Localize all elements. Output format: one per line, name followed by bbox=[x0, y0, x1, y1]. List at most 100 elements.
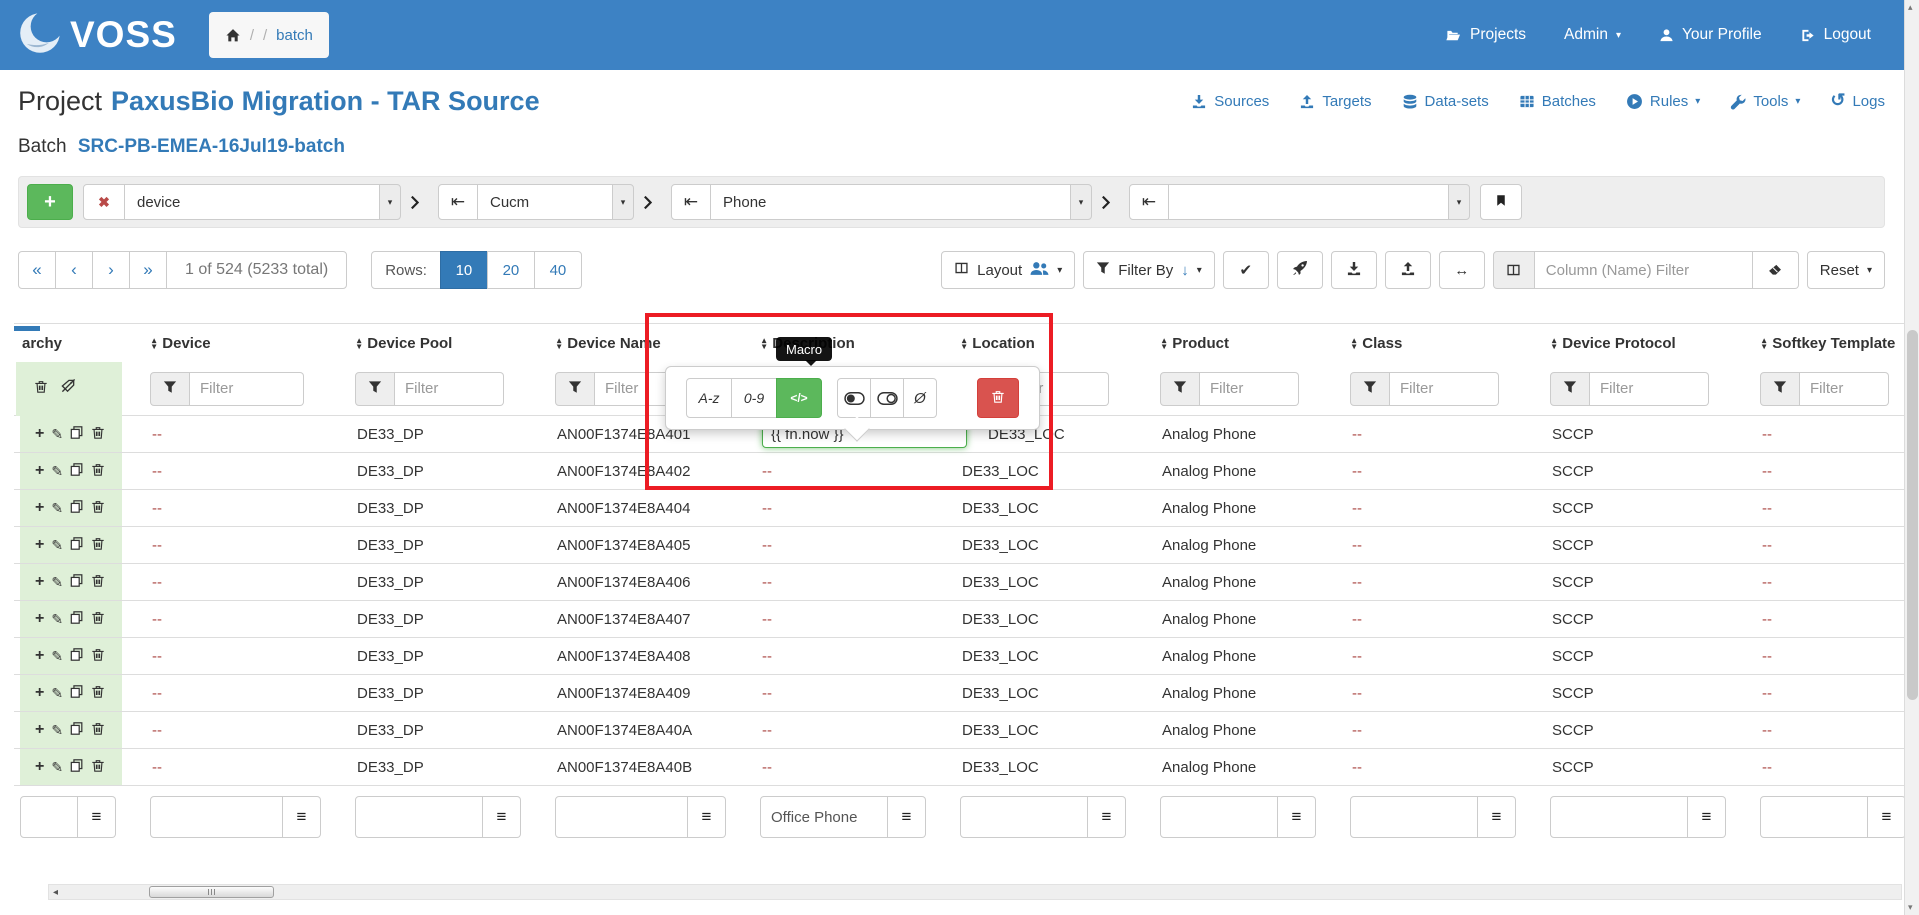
macro-column-input-softkey-template[interactable] bbox=[1760, 796, 1868, 838]
horizontal-scrollbar[interactable]: ◂ bbox=[48, 884, 1902, 900]
alpha-button[interactable]: A-z bbox=[686, 378, 732, 418]
scroll-up-arrow-icon[interactable]: ▴ bbox=[1908, 2, 1913, 13]
expand-columns-button[interactable]: ↔ bbox=[1439, 251, 1485, 289]
delete-row-icon[interactable] bbox=[91, 425, 105, 444]
toggle-off-icon[interactable] bbox=[870, 378, 904, 418]
vertical-scrollbar-thumb[interactable] bbox=[1907, 330, 1918, 700]
empty-set-button[interactable]: Ø bbox=[903, 378, 937, 418]
macro-menu-button[interactable]: ≡ bbox=[1688, 796, 1726, 838]
column-filter-funnel-button[interactable] bbox=[1550, 372, 1590, 406]
column-header-device-protocol[interactable]: ▴▾Device Protocol bbox=[1544, 335, 1754, 352]
run-button[interactable] bbox=[1277, 251, 1323, 289]
jump-to-icon[interactable]: ⇤ bbox=[438, 184, 478, 220]
macro-column-input-device[interactable] bbox=[150, 796, 283, 838]
add-row-icon[interactable]: + bbox=[35, 573, 44, 591]
tag-slash-icon[interactable] bbox=[60, 378, 77, 399]
filter-input-class[interactable] bbox=[1390, 372, 1499, 406]
sort-icon[interactable]: ▴▾ bbox=[762, 337, 766, 349]
macro-menu-button[interactable]: ≡ bbox=[78, 796, 116, 838]
sort-icon[interactable]: ▴▾ bbox=[1162, 337, 1166, 349]
rows-option-10[interactable]: 10 bbox=[440, 251, 488, 289]
column-name-filter-input[interactable] bbox=[1535, 251, 1753, 289]
section-nav-batches[interactable]: Batches bbox=[1519, 93, 1596, 110]
macro-menu-button[interactable]: ≡ bbox=[888, 796, 926, 838]
table-row[interactable]: +✎--DE33_DPAN00F1374E8A408--DE33_LOCAnal… bbox=[14, 638, 1919, 675]
edit-row-icon[interactable]: ✎ bbox=[51, 537, 63, 554]
sort-icon[interactable]: ▴▾ bbox=[357, 337, 361, 349]
nav-admin[interactable]: Admin ▾ bbox=[1564, 26, 1621, 44]
filter-by-button[interactable]: Filter By ↓ ▾ bbox=[1083, 251, 1215, 289]
section-nav-tools[interactable]: Tools▾ bbox=[1730, 93, 1800, 110]
horizontal-scrollbar-thumb[interactable] bbox=[149, 886, 274, 898]
macro-menu-button[interactable]: ≡ bbox=[1478, 796, 1516, 838]
add-row-icon[interactable]: + bbox=[35, 758, 44, 776]
table-row[interactable]: +✎--DE33_DPAN00F1374E8A405--DE33_LOCAnal… bbox=[14, 527, 1919, 564]
voss-brand[interactable]: VOSS bbox=[18, 11, 177, 60]
filter-input-softkey-template[interactable] bbox=[1800, 372, 1889, 406]
rows-option-40[interactable]: 40 bbox=[534, 251, 582, 289]
edit-row-icon[interactable]: ✎ bbox=[51, 648, 63, 665]
delete-row-icon[interactable] bbox=[91, 536, 105, 555]
duplicate-row-icon[interactable] bbox=[70, 647, 84, 666]
empty-select[interactable] bbox=[1169, 184, 1449, 220]
edit-row-icon[interactable]: ✎ bbox=[51, 722, 63, 739]
macro-column-input-description[interactable] bbox=[760, 796, 888, 838]
delete-macro-button[interactable] bbox=[977, 378, 1019, 418]
macro-menu-button[interactable]: ≡ bbox=[1088, 796, 1126, 838]
select-caret-icon[interactable]: ▾ bbox=[1448, 184, 1470, 220]
macro-column-input-product[interactable] bbox=[1160, 796, 1278, 838]
section-nav-targets[interactable]: Targets bbox=[1299, 93, 1371, 110]
sort-icon[interactable]: ▴▾ bbox=[557, 337, 561, 349]
table-row[interactable]: +✎--DE33_DPAN00F1374E8A409--DE33_LOCAnal… bbox=[14, 675, 1919, 712]
duplicate-row-icon[interactable] bbox=[70, 573, 84, 592]
scroll-down-arrow-icon[interactable]: ▾ bbox=[1908, 902, 1913, 913]
cucm-select[interactable]: Cucm bbox=[478, 184, 613, 220]
section-nav-data-sets[interactable]: Data-sets bbox=[1402, 93, 1489, 110]
column-filter-funnel-button[interactable] bbox=[1760, 372, 1800, 406]
reset-button[interactable]: Reset ▾ bbox=[1807, 251, 1885, 289]
last-page-button[interactable]: » bbox=[129, 251, 167, 289]
select-caret-icon[interactable]: ▾ bbox=[379, 184, 401, 220]
column-header-location[interactable]: ▴▾Location bbox=[954, 335, 1154, 352]
column-filter-funnel-button[interactable] bbox=[555, 372, 595, 406]
batch-name-link[interactable]: SRC-PB-EMEA-16Jul19-batch bbox=[78, 136, 345, 157]
table-row[interactable]: +✎--DE33_DPAN00F1374E8A402--DE33_LOCAnal… bbox=[14, 453, 1919, 490]
toggle-on-icon[interactable] bbox=[837, 378, 871, 418]
macro-menu-button[interactable]: ≡ bbox=[1868, 796, 1906, 838]
add-row-icon[interactable]: + bbox=[35, 499, 44, 517]
duplicate-row-icon[interactable] bbox=[70, 758, 84, 777]
delete-row-icon[interactable] bbox=[91, 721, 105, 740]
macro-column-input-class[interactable] bbox=[1350, 796, 1478, 838]
sort-icon[interactable]: ▴▾ bbox=[152, 337, 156, 349]
add-row-icon[interactable]: + bbox=[35, 684, 44, 702]
import-button[interactable] bbox=[1331, 251, 1377, 289]
sort-icon[interactable]: ▴▾ bbox=[1352, 337, 1356, 349]
eraser-icon[interactable] bbox=[1753, 251, 1799, 289]
jump-to-icon[interactable]: ⇤ bbox=[671, 184, 711, 220]
export-button[interactable] bbox=[1385, 251, 1431, 289]
nav-logout[interactable]: Logout bbox=[1800, 26, 1871, 44]
edit-row-icon[interactable]: ✎ bbox=[51, 426, 63, 443]
nav-projects[interactable]: Projects bbox=[1444, 26, 1526, 44]
first-page-button[interactable]: « bbox=[18, 251, 56, 289]
sort-icon[interactable]: ▴▾ bbox=[1552, 337, 1556, 349]
type-select[interactable]: device bbox=[125, 184, 380, 220]
duplicate-row-icon[interactable] bbox=[70, 721, 84, 740]
breadcrumb-current[interactable]: batch bbox=[276, 27, 313, 44]
home-icon[interactable] bbox=[225, 28, 241, 43]
duplicate-row-icon[interactable] bbox=[70, 610, 84, 629]
add-row-icon[interactable]: + bbox=[35, 462, 44, 480]
macro-column-input-device-protocol[interactable] bbox=[1550, 796, 1688, 838]
column-filter-funnel-button[interactable] bbox=[355, 372, 395, 406]
nav-your-profile[interactable]: Your Profile bbox=[1659, 26, 1762, 44]
macro-column-input-device-pool[interactable] bbox=[355, 796, 483, 838]
prev-page-button[interactable]: ‹ bbox=[55, 251, 93, 289]
duplicate-row-icon[interactable] bbox=[70, 536, 84, 555]
add-row-icon[interactable]: + bbox=[35, 425, 44, 443]
macro-menu-button[interactable]: ≡ bbox=[688, 796, 726, 838]
vertical-scrollbar[interactable]: ▴ ▾ bbox=[1904, 0, 1919, 915]
delete-row-icon[interactable] bbox=[91, 647, 105, 666]
scroll-left-arrow-icon[interactable]: ◂ bbox=[53, 887, 58, 898]
bookmark-button[interactable] bbox=[1480, 184, 1522, 220]
section-nav-rules[interactable]: Rules▾ bbox=[1626, 93, 1700, 110]
